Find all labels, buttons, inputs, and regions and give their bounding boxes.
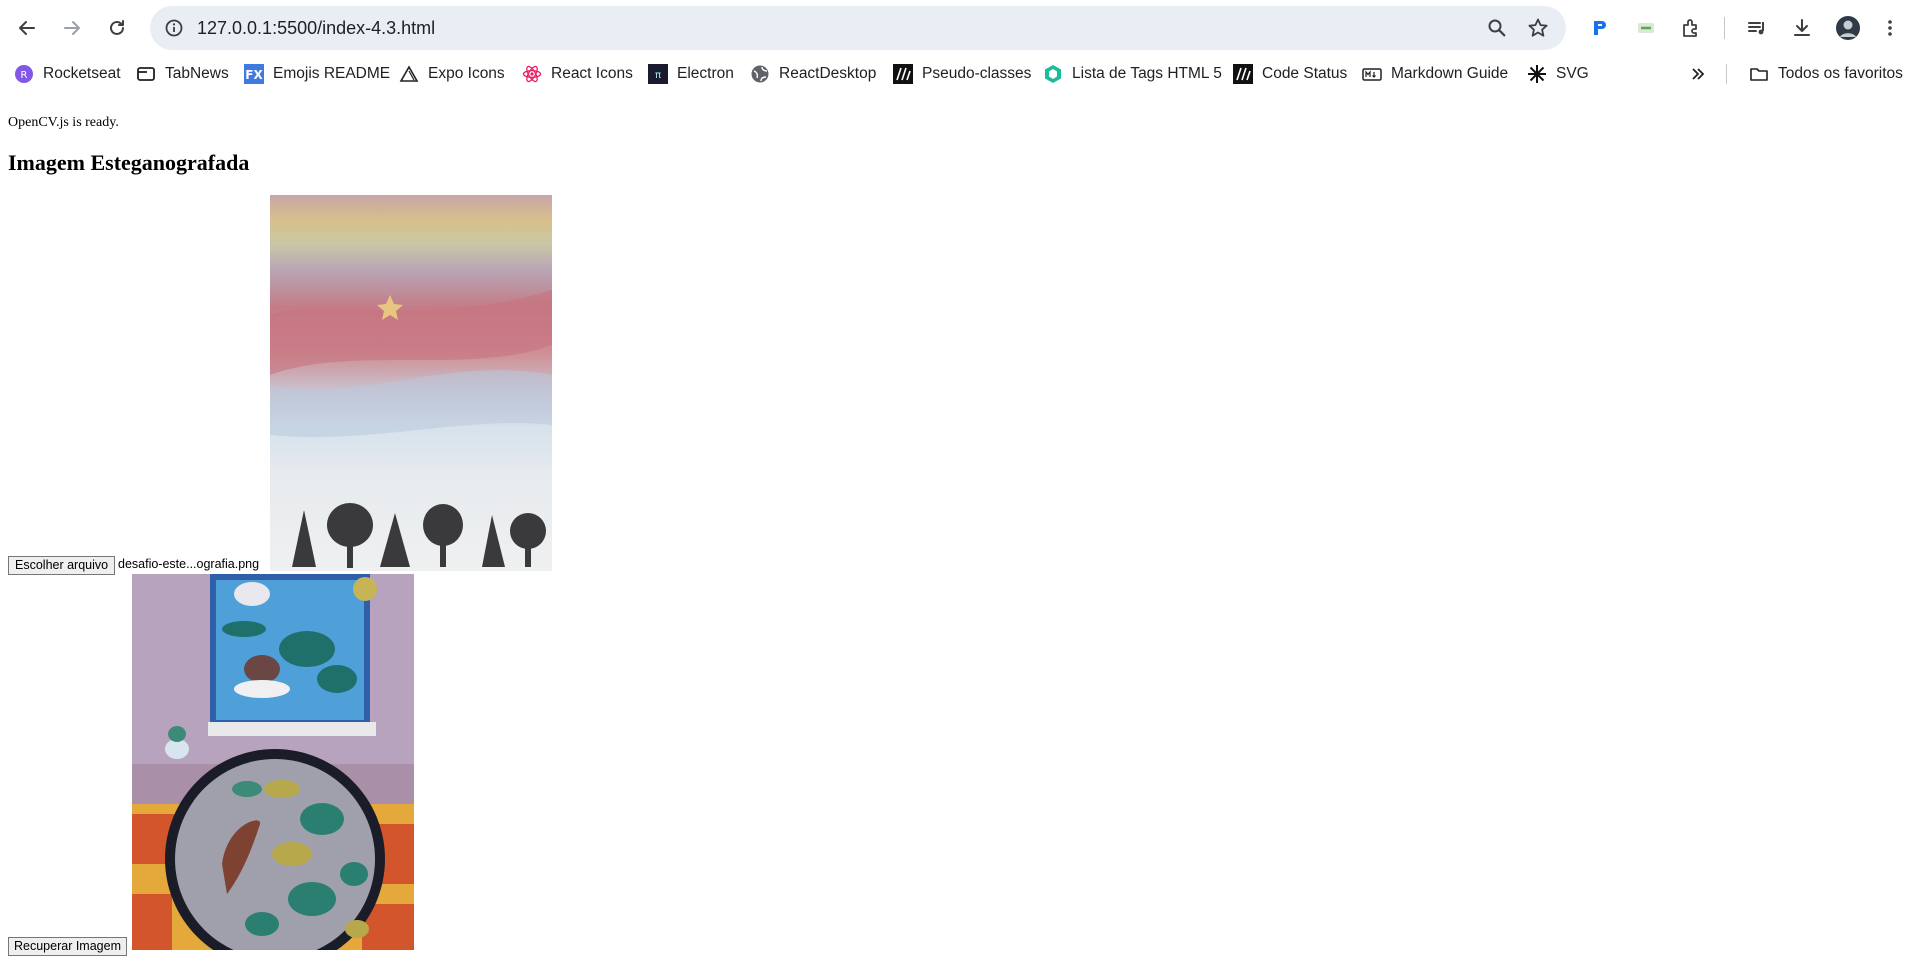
expo-icon [399, 64, 419, 84]
bookmark-emojis-readme[interactable]: FX Emojis README [244, 61, 390, 87]
bookmark-react-icons[interactable]: React Icons [522, 61, 633, 87]
forward-button[interactable] [56, 12, 88, 44]
menu-kebab-icon[interactable] [1874, 12, 1906, 44]
page-heading: Imagem Esteganografada [8, 150, 250, 175]
extensions-puzzle-icon[interactable] [1675, 12, 1707, 44]
mdn-icon [1233, 64, 1253, 84]
url-text: 127.0.0.1:5500/index-4.3.html [197, 18, 436, 38]
back-button[interactable] [11, 12, 43, 44]
bookmark-svg[interactable]: SVG [1527, 61, 1589, 87]
bookmark-electron[interactable]: π Electron [648, 61, 734, 87]
electron-icon: π [648, 64, 668, 84]
address-bar[interactable]: 127.0.0.1:5500/index-4.3.html [150, 6, 1566, 50]
bookmark-markdown-guide[interactable]: Markdown Guide [1362, 61, 1508, 87]
back-arrow-icon [19, 21, 35, 35]
media-queue-icon[interactable] [1741, 12, 1773, 44]
bookmarks-bar: R Rocketseat TabNews FX Emojis README Ex… [0, 56, 1919, 92]
recover-image-button[interactable]: Recuperar Imagem [8, 937, 127, 956]
extension-blue-icon[interactable] [1584, 12, 1616, 44]
svg-text:R: R [21, 70, 28, 81]
bookmark-code-status[interactable]: Code Status [1233, 61, 1347, 87]
svg-text:FX: FX [245, 68, 263, 82]
toolbar-divider [1724, 17, 1725, 39]
bookmark-pseudo-classes[interactable]: Pseudo-classes [893, 61, 1031, 87]
bookmark-rocketseat[interactable]: R Rocketseat [14, 61, 121, 87]
reload-button[interactable] [101, 12, 133, 44]
download-icon[interactable] [1786, 12, 1818, 44]
globe-icon [750, 64, 770, 84]
bookmark-star-icon[interactable] [1526, 16, 1550, 40]
mdn-icon [893, 64, 913, 84]
recovered-image [132, 574, 414, 950]
bookmark-expo-icons[interactable]: Expo Icons [399, 61, 505, 87]
rocketseat-icon: R [14, 64, 34, 84]
site-info-icon[interactable] [162, 16, 186, 40]
reload-icon [110, 20, 124, 35]
fx-icon: FX [244, 64, 264, 84]
browser-chrome: 127.0.0.1:5500/index-4.3.html R Rocketse… [0, 0, 1919, 91]
bookmarks-divider [1726, 64, 1727, 84]
extension-green-icon[interactable] [1630, 12, 1662, 44]
forward-arrow-icon [64, 21, 80, 35]
profile-avatar[interactable] [1832, 12, 1864, 44]
bookmark-lista-tags-html5[interactable]: Lista de Tags HTML 5 [1043, 61, 1222, 87]
browser-toolbar: 127.0.0.1:5500/index-4.3.html [0, 0, 1919, 55]
zoom-icon[interactable] [1485, 16, 1509, 40]
folder-icon [1749, 64, 1769, 84]
bookmark-tabnews[interactable]: TabNews [136, 61, 229, 87]
tabnews-icon [136, 64, 156, 84]
selected-file-name: desafio-este...ografia.png [118, 557, 260, 571]
markdown-icon [1362, 64, 1382, 84]
bookmark-reactdesktop[interactable]: ReactDesktop [750, 61, 876, 87]
svg-icon [1527, 64, 1547, 84]
svg-text:π: π [655, 70, 661, 81]
react-icon [522, 64, 542, 84]
more-bookmarks-chevron-icon[interactable] [1688, 61, 1708, 87]
opencv-status-text: OpenCV.js is ready. [8, 115, 119, 130]
page-content: OpenCV.js is ready. Imagem Esteganografa… [0, 92, 1919, 965]
hexagon-icon [1043, 64, 1063, 84]
choose-file-button[interactable]: Escolher arquivo [8, 556, 116, 575]
stego-image [270, 195, 552, 571]
all-bookmarks-folder[interactable]: Todos os favoritos [1749, 61, 1903, 87]
